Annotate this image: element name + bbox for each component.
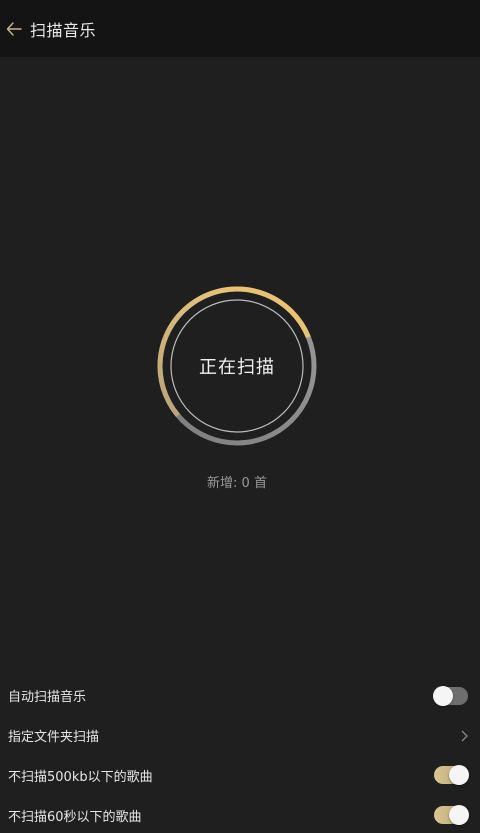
toggle-knob [449, 765, 469, 785]
toggle-knob [449, 805, 469, 825]
skip-small-files-toggle[interactable] [434, 765, 469, 785]
back-button[interactable] [0, 9, 28, 49]
arrow-left-icon [6, 21, 22, 36]
toggle-knob [433, 685, 453, 706]
setting-auto-scan[interactable]: 自动扫描音乐 [0, 675, 480, 716]
added-count: 新增: 0 首 [207, 476, 267, 491]
page-title: 扫描音乐 [30, 20, 97, 40]
setting-label: 不扫描500kb以下的歌曲 [8, 769, 153, 785]
auto-scan-toggle[interactable] [433, 685, 468, 706]
scan-area: 正在扫描 新增: 0 首 [0, 57, 480, 675]
setting-skip-short-songs[interactable]: 不扫描60秒以下的歌曲 [0, 795, 480, 833]
app-header: 扫描音乐 [0, 0, 480, 57]
chevron-right-icon [458, 730, 470, 742]
settings-list: 自动扫描音乐 指定文件夹扫描 不扫描500kb以下的歌曲 不扫描60秒以下的歌曲 [0, 675, 480, 833]
setting-label: 自动扫描音乐 [8, 690, 87, 705]
scan-music-screen: 扫描音乐 正在扫描 新增: 0 首 自动扫描音乐 指定文件夹扫描 不扫描500k… [0, 0, 480, 833]
scan-status: 正在扫描 [199, 357, 275, 378]
setting-label: 指定文件夹扫描 [8, 730, 100, 745]
setting-folder-scan[interactable]: 指定文件夹扫描 [0, 716, 480, 755]
setting-label: 不扫描60秒以下的歌曲 [8, 809, 142, 825]
setting-skip-small-files[interactable]: 不扫描500kb以下的歌曲 [0, 755, 480, 795]
skip-short-songs-toggle[interactable] [434, 805, 469, 825]
